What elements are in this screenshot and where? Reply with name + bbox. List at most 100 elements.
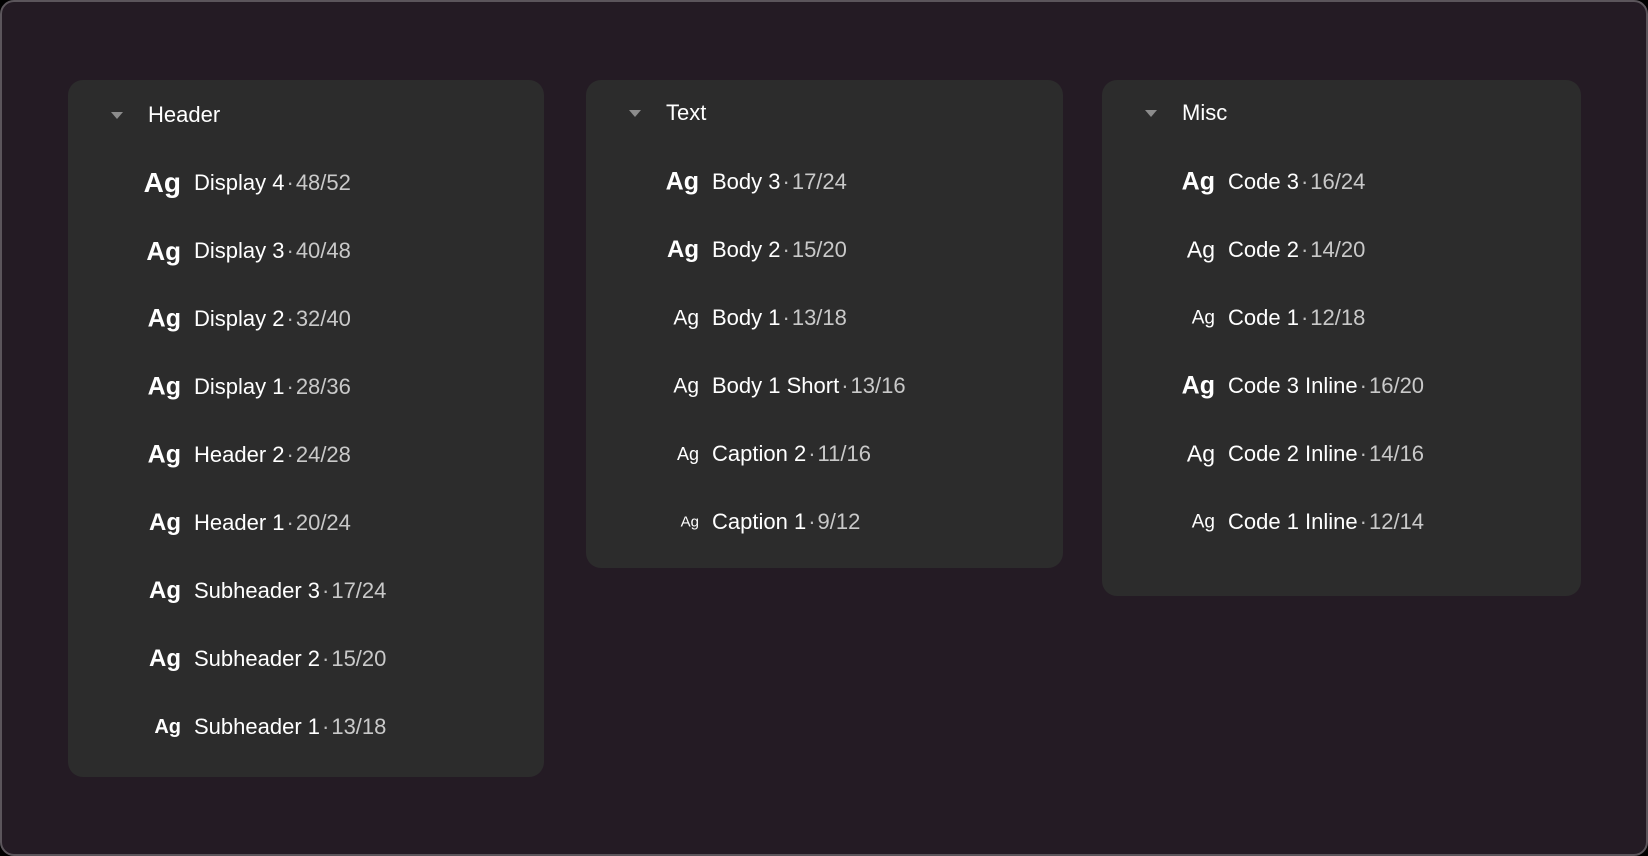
type-sample-glyph: Ag: [676, 444, 699, 464]
text-style-row[interactable]: Ag Subheader 3·17/24: [68, 557, 544, 625]
separator-dot: ·: [782, 237, 790, 262]
separator-dot: ·: [286, 510, 294, 535]
type-sample-glyph: Ag: [1191, 511, 1215, 533]
style-metrics: 17/24: [791, 169, 847, 194]
text-style-row[interactable]: Ag Body 2·15/20: [586, 216, 1063, 284]
style-group-text: Text Ag Body 3·17/24 Ag Body 2·15/20 Ag Body …: [586, 80, 1063, 568]
type-sample-glyph: Ag: [1186, 236, 1215, 263]
type-sample-glyph: Ag: [1181, 167, 1215, 196]
style-metrics: 14/20: [1310, 237, 1366, 262]
separator-dot: ·: [782, 169, 790, 194]
style-label: Header 2·24/28: [194, 441, 351, 469]
text-style-row[interactable]: Ag Body 1 Short·13/16: [586, 352, 1063, 420]
type-sample-glyph: Ag: [673, 374, 699, 398]
style-label: Body 1·13/18: [712, 304, 847, 332]
type-sample-glyph: Ag: [680, 513, 699, 531]
text-style-row[interactable]: Ag Subheader 2·15/20: [68, 625, 544, 693]
style-metrics: 14/16: [1368, 441, 1425, 466]
group-title: Misc: [1182, 100, 1228, 125]
style-label: Caption 2·11/16: [712, 440, 871, 468]
style-name: Display 3: [194, 238, 285, 263]
text-style-row[interactable]: Ag Subheader 1·13/18: [68, 693, 544, 761]
type-sample-glyph: Ag: [1191, 307, 1215, 329]
separator-dot: ·: [286, 170, 294, 195]
separator-dot: ·: [322, 714, 330, 739]
style-label: Code 2·14/20: [1228, 236, 1365, 264]
style-metrics: 20/24: [295, 510, 351, 535]
style-label: Code 1 Inline·12/14: [1228, 508, 1424, 536]
style-metrics: 28/36: [295, 374, 351, 399]
caret-down-icon[interactable]: [111, 112, 123, 119]
separator-dot: ·: [1300, 169, 1309, 194]
text-style-row[interactable]: Ag Header 2·24/28: [68, 421, 544, 489]
style-metrics: 12/18: [1310, 305, 1366, 330]
type-sample-glyph: Ag: [143, 167, 181, 198]
style-metrics: 15/20: [791, 237, 847, 262]
type-sample-glyph: Ag: [147, 372, 181, 401]
style-metrics: 11/16: [817, 441, 871, 466]
type-sample-glyph: Ag: [1181, 371, 1215, 400]
style-metrics: 48/52: [295, 170, 351, 195]
text-style-row[interactable]: Ag Code 3 Inline·16/20: [1102, 352, 1581, 420]
style-label: Display 4·48/52: [194, 169, 351, 197]
style-label: Subheader 3·17/24: [194, 577, 386, 605]
group-header-toggle[interactable]: Text: [586, 80, 1063, 146]
style-name: Display 2: [194, 306, 285, 331]
text-style-row[interactable]: Ag Display 4·48/52: [68, 149, 544, 217]
group-header-toggle[interactable]: Header: [68, 80, 544, 146]
text-style-row[interactable]: Ag Body 3·17/24: [586, 148, 1063, 216]
style-label: Subheader 2·15/20: [194, 645, 386, 673]
text-style-row[interactable]: Ag Code 1 Inline·12/14: [1102, 488, 1581, 556]
style-name: Code 2 Inline: [1228, 441, 1358, 466]
style-name: Subheader 3: [194, 578, 320, 603]
type-sample-glyph: Ag: [673, 306, 699, 330]
group-header-toggle[interactable]: Misc: [1102, 80, 1581, 146]
style-name: Code 3 Inline: [1228, 373, 1358, 398]
style-metrics: 13/18: [331, 714, 387, 739]
style-name: Code 2: [1228, 237, 1299, 262]
type-sample-glyph: Ag: [667, 236, 699, 263]
separator-dot: ·: [1300, 237, 1309, 262]
text-style-row[interactable]: Ag Caption 1·9/12: [586, 488, 1063, 556]
text-style-row[interactable]: Ag Code 3·16/24: [1102, 148, 1581, 216]
style-group-misc: Misc Ag Code 3·16/24 Ag Code 2·14/20 Ag Code …: [1102, 80, 1581, 596]
text-style-row[interactable]: Ag Display 1·28/36: [68, 353, 544, 421]
text-style-row[interactable]: Ag Code 2·14/20: [1102, 216, 1581, 284]
type-sample-glyph: Ag: [665, 167, 699, 196]
separator-dot: ·: [322, 578, 330, 603]
style-name: Header 2: [194, 442, 285, 467]
style-name: Body 1: [712, 305, 781, 330]
caret-down-icon[interactable]: [1145, 110, 1157, 117]
style-name: Body 2: [712, 237, 781, 262]
style-name: Body 1 Short: [712, 373, 840, 398]
type-sample-glyph: Ag: [147, 440, 181, 469]
separator-dot: ·: [808, 509, 816, 534]
text-style-row[interactable]: Ag Body 1·13/18: [586, 284, 1063, 352]
style-metrics: 16/24: [1310, 169, 1366, 194]
type-sample-glyph: Ag: [149, 509, 181, 536]
text-style-row[interactable]: Ag Caption 2·11/16: [586, 420, 1063, 488]
style-metrics: 24/28: [295, 442, 351, 467]
text-style-row[interactable]: Ag Display 2·32/40: [68, 285, 544, 353]
separator-dot: ·: [286, 374, 294, 399]
style-metrics: 9/12: [817, 509, 861, 534]
style-name: Caption 1: [712, 509, 807, 534]
style-label: Display 2·32/40: [194, 305, 351, 333]
style-group-header: Header Ag Display 4·48/52 Ag Display 3·40/4…: [68, 80, 544, 777]
text-style-row[interactable]: Ag Display 3·40/48: [68, 217, 544, 285]
style-label: Subheader 1·13/18: [194, 713, 386, 741]
style-name: Subheader 1: [194, 714, 320, 739]
style-label: Display 3·40/48: [194, 237, 351, 265]
type-sample-glyph: Ag: [149, 645, 181, 672]
text-style-row[interactable]: Ag Header 1·20/24: [68, 489, 544, 557]
style-metrics: 32/40: [295, 306, 351, 331]
style-metrics: 16/20: [1368, 373, 1425, 398]
caret-down-icon[interactable]: [629, 110, 641, 117]
app-window: Header Ag Display 4·48/52 Ag Display 3·40/4…: [0, 0, 1648, 856]
type-sample-glyph: Ag: [147, 304, 181, 333]
group-title: Text: [666, 100, 707, 125]
separator-dot: ·: [1359, 373, 1367, 398]
style-label: Body 1 Short·13/16: [712, 372, 906, 400]
text-style-row[interactable]: Ag Code 1·12/18: [1102, 284, 1581, 352]
text-style-row[interactable]: Ag Code 2 Inline·14/16: [1102, 420, 1581, 488]
